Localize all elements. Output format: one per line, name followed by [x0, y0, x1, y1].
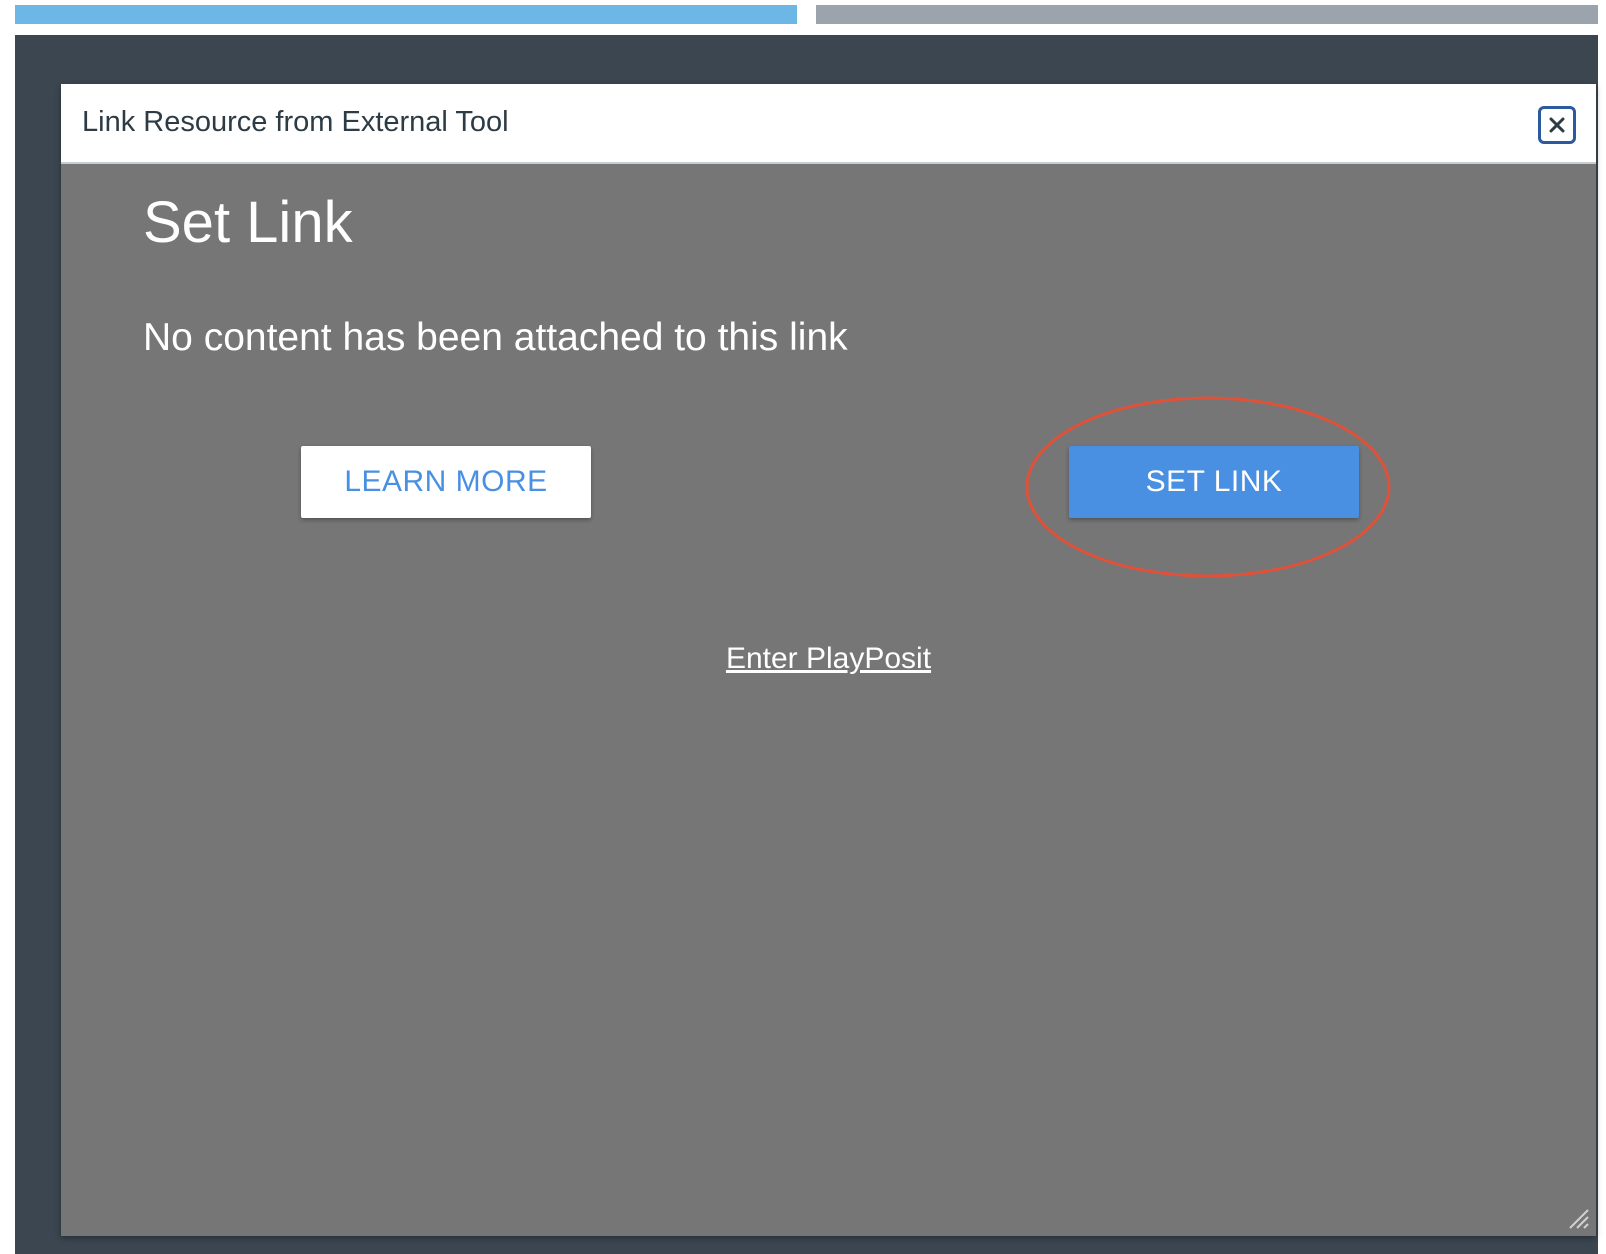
- close-icon: [1549, 117, 1565, 133]
- dialog-title: Link Resource from External Tool: [82, 106, 509, 138]
- close-button[interactable]: [1538, 106, 1576, 144]
- set-link-button[interactable]: SET LINK: [1069, 446, 1359, 518]
- learn-more-button[interactable]: LEARN MORE: [301, 446, 591, 518]
- resize-handle-icon[interactable]: [1568, 1208, 1590, 1230]
- tool-frame: Set Link No content has been attached to…: [61, 164, 1596, 1236]
- progress-segment-pending: [816, 5, 1598, 24]
- enter-playposit-link-row: Enter PlayPosit: [61, 642, 1596, 676]
- empty-content-message: No content has been attached to this lin…: [143, 316, 848, 359]
- enter-playposit-link[interactable]: Enter PlayPosit: [726, 642, 931, 675]
- page-heading: Set Link: [143, 190, 353, 255]
- progress-segment-complete: [15, 5, 797, 24]
- external-tool-dialog: Link Resource from External Tool Set Lin…: [61, 84, 1596, 1236]
- dialog-header: Link Resource from External Tool: [61, 84, 1596, 164]
